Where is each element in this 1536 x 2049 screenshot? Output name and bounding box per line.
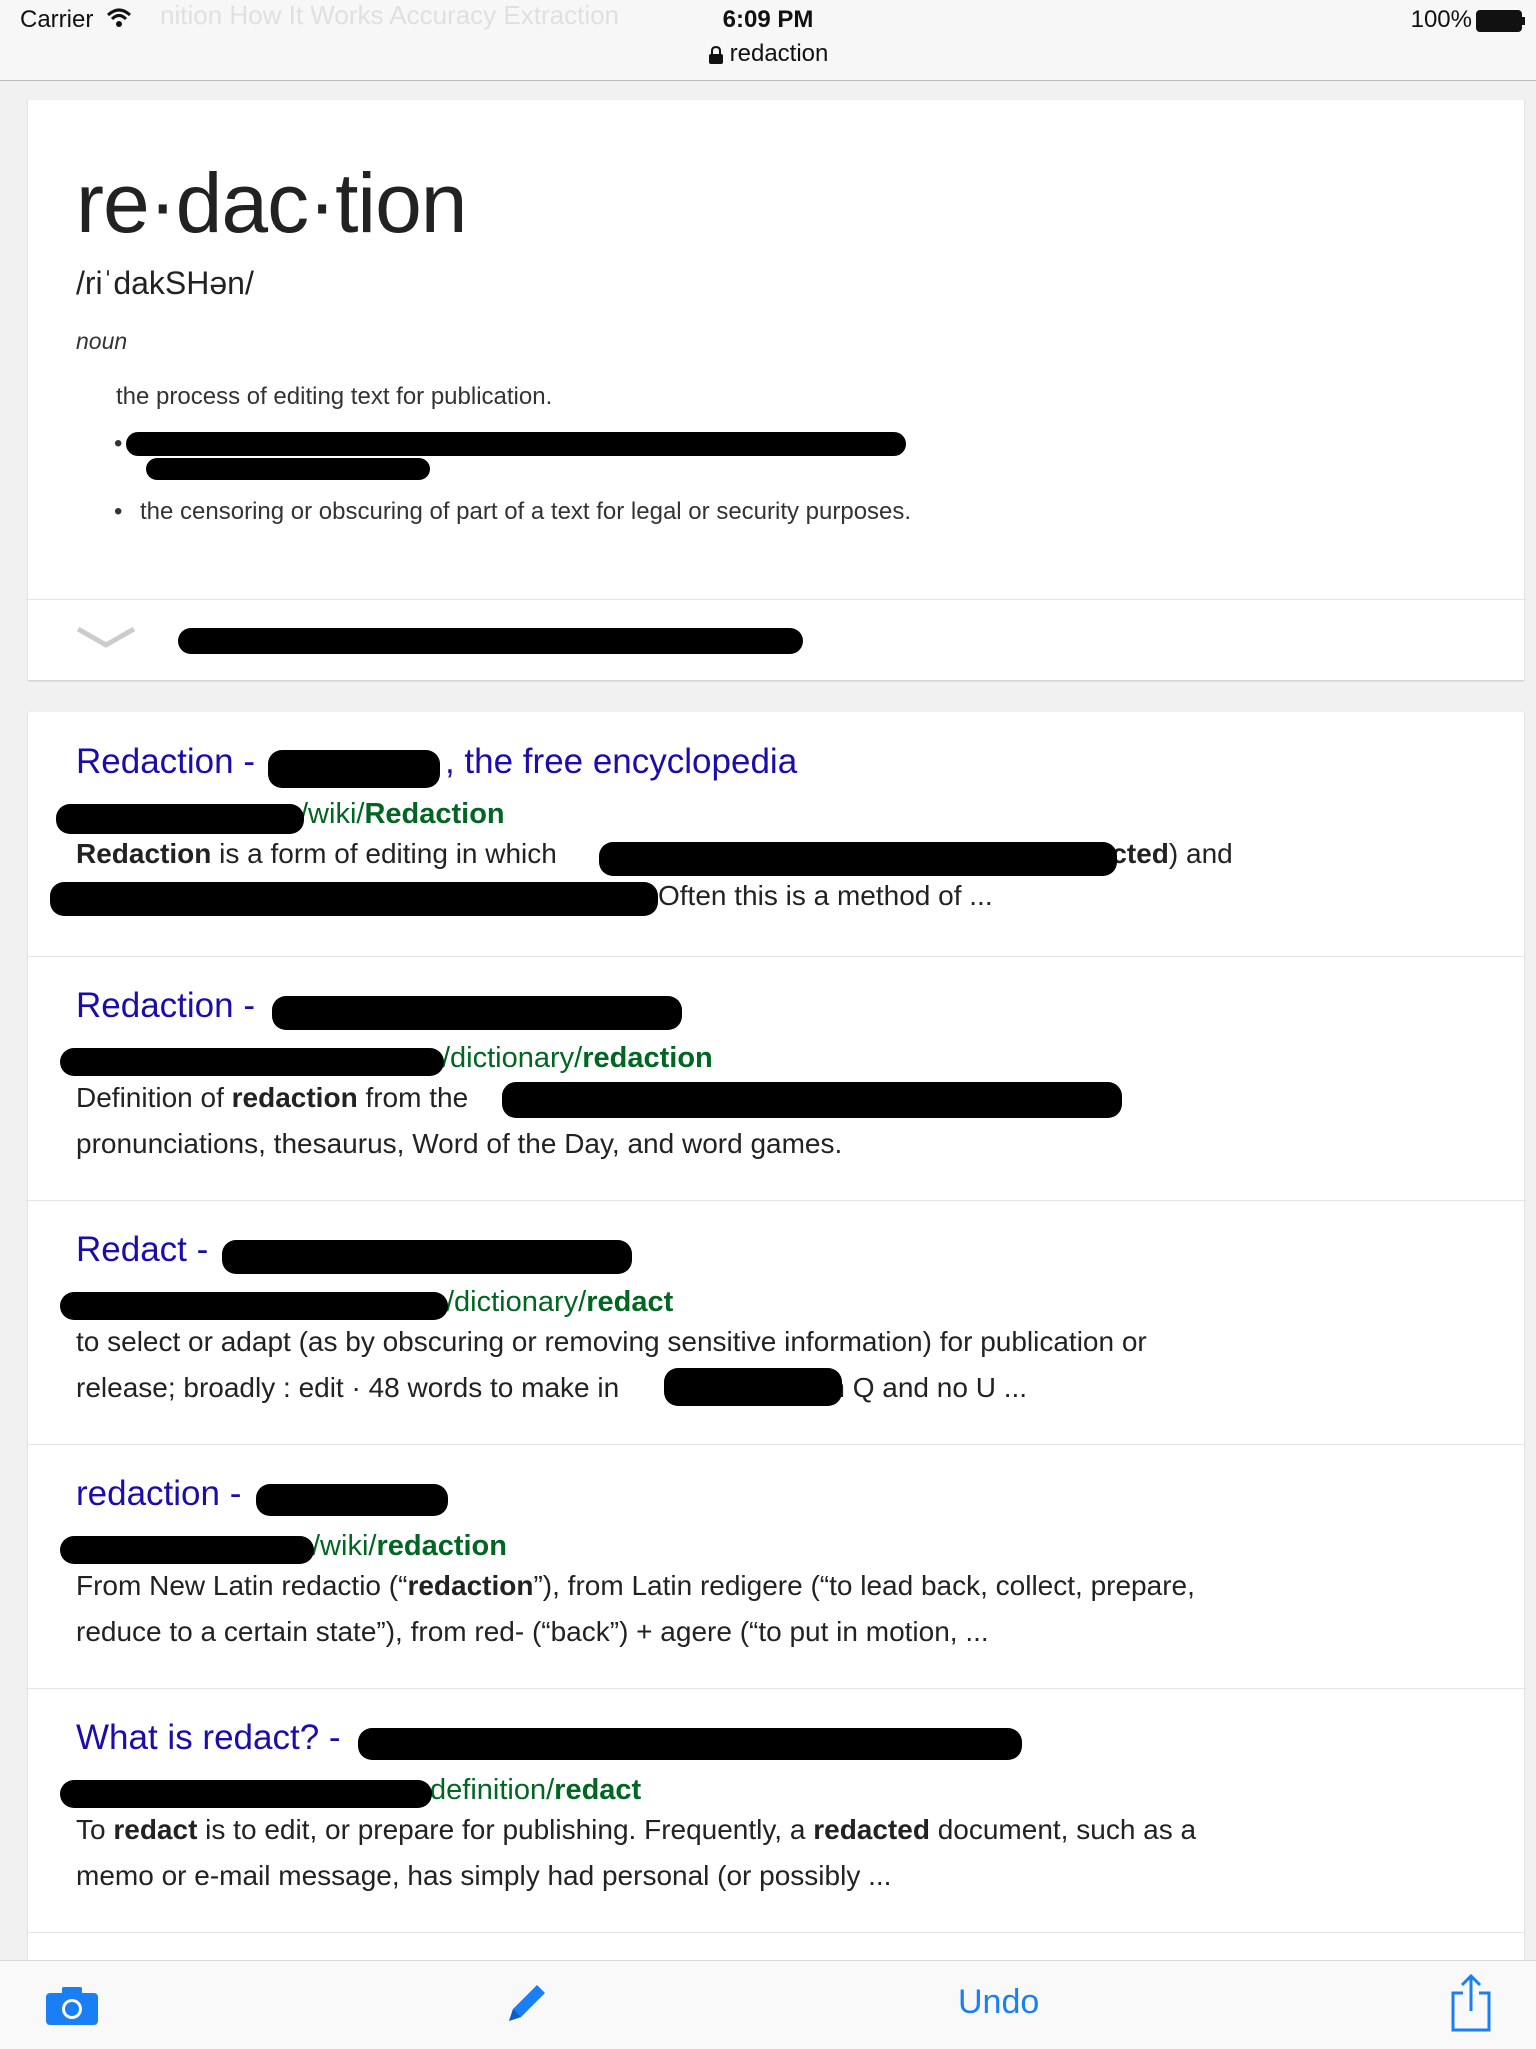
search-result: redaction - /wiki/redaction From New Lat…	[28, 1444, 1524, 1689]
result-snippet-line1: to select or adapt (as by obscuring or r…	[76, 1326, 1147, 1357]
result-title-link[interactable]: Redaction -	[76, 986, 255, 1026]
share-icon[interactable]	[1450, 1973, 1492, 2033]
result-url: /wiki/Redaction	[300, 798, 505, 830]
search-result: Redaction - /dictionary/redaction Defini…	[28, 956, 1524, 1201]
search-results-card: Redaction -, the free encyclopedia /wiki…	[28, 712, 1524, 2048]
battery-percent: 100%	[1410, 6, 1472, 33]
result-snippet-line1: To redact is to edit, or prepare for pub…	[76, 1814, 1197, 1845]
search-result: Redact - /dictionary/redact to select or…	[28, 1200, 1524, 1445]
result-snippet-line2: release; broadly : edit · 48 words to ma…	[76, 1372, 1028, 1403]
chevron-down-icon[interactable]	[76, 625, 136, 655]
divider	[28, 599, 1524, 600]
clock: 6:09 PM	[722, 6, 814, 33]
redaction-block	[178, 628, 803, 654]
redaction-block	[358, 1728, 1022, 1760]
result-snippet-line2: pronunciations, thesaurus, Word of the D…	[76, 1128, 843, 1159]
redaction-block	[146, 458, 430, 480]
redaction-block	[272, 996, 682, 1030]
camera-icon[interactable]	[44, 1983, 100, 2027]
result-snippet-line1: Definition of redaction from the	[76, 1082, 469, 1113]
result-snippet-line2: memo or e-mail message, has simply had p…	[76, 1860, 892, 1891]
result-title-link[interactable]: redaction -	[76, 1474, 241, 1514]
lock-icon	[708, 45, 723, 64]
redaction-block	[60, 1780, 432, 1808]
redaction-block	[599, 842, 1117, 876]
battery-icon	[1476, 10, 1525, 32]
redaction-block	[60, 1292, 448, 1320]
search-result: Redaction -, the free encyclopedia /wiki…	[28, 712, 1524, 957]
markup-toolbar: Undo	[0, 1960, 1536, 2049]
redaction-block	[56, 804, 304, 834]
redaction-block	[126, 432, 906, 456]
result-snippet-line1: From New Latin redactio (“redaction”), f…	[76, 1570, 1195, 1601]
bullet: •	[114, 430, 123, 457]
redaction-block	[60, 1048, 444, 1076]
result-url: /wiki/redaction	[312, 1530, 507, 1562]
redaction-block	[50, 882, 658, 916]
redaction-block	[60, 1536, 314, 1564]
redaction-block	[502, 1082, 1122, 1118]
url-text: redaction	[729, 40, 829, 67]
redaction-block	[222, 1240, 632, 1274]
bullet: •	[114, 498, 123, 525]
result-snippet-line2: reduce to a certain state”), from red- (…	[76, 1616, 989, 1647]
redaction-block	[664, 1368, 842, 1406]
undo-button[interactable]: Undo	[958, 1983, 1039, 2022]
status-bar: nition How It Works Accuracy Extraction …	[0, 0, 1536, 81]
result-url: /dictionary/redaction	[442, 1042, 713, 1074]
result-url: /dictionary/redact	[446, 1286, 674, 1318]
result-snippet-line2: Often this is a method of ...	[658, 880, 993, 911]
result-title-link[interactable]: Redact -	[76, 1230, 208, 1270]
headword: re·dac·tion	[76, 156, 468, 250]
part-of-speech: noun	[76, 328, 128, 354]
result-url: definition/redact	[430, 1774, 642, 1806]
redaction-block	[268, 750, 440, 788]
search-result: What is redact? - definition/redact To r…	[28, 1688, 1524, 1933]
pencil-icon[interactable]	[503, 1979, 551, 2027]
phonetic: /riˈdakSHən/	[76, 265, 254, 301]
definition-3: the censoring or obscuring of part of a …	[140, 498, 912, 525]
redaction-block	[256, 1484, 448, 1516]
result-title-link[interactable]: What is redact? -	[76, 1718, 341, 1758]
dictionary-card: re·dac·tion /riˈdakSHən/ noun the proces…	[28, 100, 1524, 680]
definition-1: the process of editing text for publicat…	[116, 383, 553, 410]
address-bar[interactable]: redaction	[0, 40, 1536, 68]
